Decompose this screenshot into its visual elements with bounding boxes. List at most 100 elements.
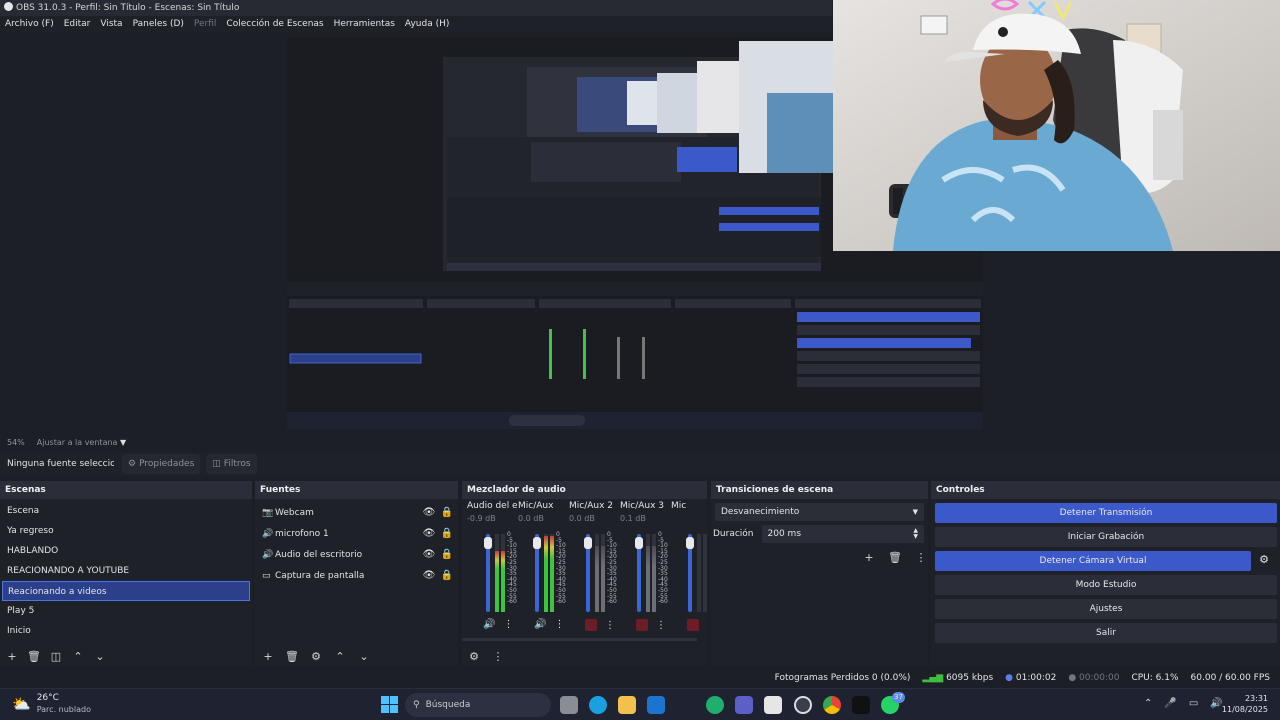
- more-icon[interactable]: ⋮: [490, 648, 506, 664]
- more-icon[interactable]: ⋮: [656, 620, 666, 631]
- scene-item[interactable]: HABLANDO: [2, 541, 250, 561]
- muted-speaker-icon[interactable]: [687, 619, 699, 631]
- scene-item[interactable]: Inicio: [2, 621, 250, 641]
- xbox-icon[interactable]: [706, 696, 724, 714]
- studio-mode-button[interactable]: Modo Estudio: [935, 575, 1277, 595]
- move-up-icon[interactable]: ⌃: [70, 648, 86, 664]
- meter-level: [550, 535, 554, 612]
- scene-item-selected[interactable]: Reacionando a videos: [2, 581, 250, 601]
- meter-bar: [601, 534, 605, 612]
- clock[interactable]: 23:31 11/08/2025: [1222, 693, 1268, 715]
- scene-item[interactable]: Play 5: [2, 601, 250, 621]
- meter-bars: [697, 534, 707, 612]
- muted-speaker-icon[interactable]: [636, 619, 648, 631]
- menu-vista[interactable]: Vista: [100, 19, 122, 29]
- muted-speaker-icon[interactable]: [585, 619, 597, 631]
- settings-button[interactable]: Ajustes: [935, 599, 1277, 619]
- speaker-icon: 🔊: [262, 549, 274, 560]
- scene-item[interactable]: Ya regreso: [2, 521, 250, 541]
- trash-icon[interactable]: 🗑: [887, 549, 903, 565]
- outlook-icon[interactable]: [647, 696, 665, 714]
- transition-type-select[interactable]: Desvanecimiento ▼: [715, 503, 924, 521]
- db-scale: 0 -5 -10 -15 -20 -25 -30 -35 -40 -45 -50 -55 -60: [607, 531, 617, 606]
- eye-icon[interactable]: 👁: [420, 528, 438, 539]
- properties-button[interactable]: ⚙ Propiedades: [122, 454, 201, 474]
- exit-button[interactable]: Salir: [935, 623, 1277, 643]
- edge-icon[interactable]: [589, 696, 607, 714]
- lock-icon[interactable]: 🔒: [438, 528, 456, 539]
- window-title: OBS 31.0.3 - Perfil: Sin Título - Escena…: [16, 3, 240, 13]
- menu-coleccion-escenas[interactable]: Colección de Escenas: [226, 19, 323, 29]
- chevron-up-icon[interactable]: ⌃: [1144, 698, 1152, 709]
- virtual-camera-gear-icon[interactable]: ⚙: [1255, 553, 1273, 571]
- more-icon[interactable]: ⋮: [554, 619, 564, 630]
- transitions-dock: Transiciones de escena Desvanecimiento ▼…: [711, 481, 928, 666]
- menu-ayuda[interactable]: Ayuda (H): [405, 19, 449, 29]
- task-view-icon[interactable]: [560, 696, 578, 714]
- source-item[interactable]: ▭ Captura de pantalla 👁 🔒: [257, 565, 456, 586]
- move-up-icon[interactable]: ⌃: [332, 648, 348, 664]
- file-explorer-icon[interactable]: [618, 696, 636, 714]
- menu-editar[interactable]: Editar: [64, 19, 91, 29]
- gear-icon[interactable]: ⚙: [308, 648, 324, 664]
- move-down-icon[interactable]: ⌄: [92, 648, 108, 664]
- lock-icon[interactable]: 🔒: [438, 549, 456, 560]
- mixer-scrollbar[interactable]: [462, 638, 697, 641]
- fader-knob[interactable]: [635, 537, 643, 549]
- capcut-icon[interactable]: [764, 696, 782, 714]
- taskbar-search[interactable]: ⚲ Búsqueda: [405, 693, 551, 717]
- eye-icon[interactable]: 👁: [420, 507, 438, 518]
- obs-taskbar-icon[interactable]: [794, 696, 812, 714]
- stop-streaming-button[interactable]: Detener Transmisión: [935, 503, 1277, 523]
- add-scene-icon[interactable]: +: [4, 648, 20, 664]
- fader-knob[interactable]: [686, 537, 694, 549]
- source-item[interactable]: 🔊 microfono 1 👁 🔒: [257, 523, 456, 544]
- weather-widget[interactable]: ⛅ 26°C Parc. nublado: [12, 693, 91, 715]
- source-item[interactable]: 🔊 Audio del escritorio 👁 🔒: [257, 544, 456, 565]
- fader-knob[interactable]: [484, 537, 492, 549]
- source-name: Webcam: [275, 507, 314, 518]
- windows-start-icon[interactable]: [381, 696, 398, 713]
- stop-virtual-camera-button[interactable]: Detener Cámara Virtual: [935, 551, 1251, 571]
- menu-herramientas[interactable]: Herramientas: [334, 19, 395, 29]
- duration-spinbox[interactable]: 200 ms ▲ ▼: [761, 525, 924, 543]
- eye-icon[interactable]: 👁: [420, 570, 438, 581]
- lock-icon[interactable]: 🔒: [438, 570, 456, 581]
- add-transition-icon[interactable]: +: [861, 549, 877, 565]
- fit-to-window-dropdown[interactable]: Ajustar a la ventana ▼: [37, 438, 126, 447]
- scene-item[interactable]: Escena: [2, 501, 250, 521]
- controls-title: Controles: [931, 481, 1280, 499]
- tiktok-icon[interactable]: [852, 696, 870, 714]
- source-item[interactable]: 📷 Webcam 👁 🔒: [257, 502, 456, 523]
- monitor-icon[interactable]: ▭: [1189, 698, 1198, 709]
- trash-icon[interactable]: 🗑: [284, 648, 300, 664]
- channel-buttons: ⋮: [636, 619, 666, 631]
- menu-perfil[interactable]: Perfil: [194, 19, 217, 29]
- menu-archivo[interactable]: Archivo (F): [5, 19, 54, 29]
- channel-buttons: 🔊 ⋮: [534, 619, 564, 630]
- lock-icon[interactable]: 🔒: [438, 507, 456, 518]
- more-icon[interactable]: ⋮: [503, 619, 513, 630]
- fader-knob[interactable]: [533, 537, 541, 549]
- meter-level: [601, 545, 605, 612]
- fader-knob[interactable]: [584, 537, 592, 549]
- duration-label: Duración: [713, 529, 754, 539]
- speaker-icon[interactable]: 🔊: [534, 619, 546, 630]
- scene-filters-icon[interactable]: ◫: [48, 648, 64, 664]
- more-icon[interactable]: ⋮: [605, 620, 615, 631]
- more-icon[interactable]: ⋮: [913, 549, 929, 565]
- teams-icon[interactable]: [735, 696, 753, 714]
- trash-icon[interactable]: 🗑: [26, 648, 42, 664]
- chrome-icon[interactable]: [823, 696, 841, 714]
- start-recording-button[interactable]: Iniciar Grabación: [935, 527, 1277, 547]
- eye-icon[interactable]: 👁: [420, 549, 438, 560]
- mixer-settings-icon[interactable]: ⚙: [466, 648, 482, 664]
- microphone-icon[interactable]: 🎤: [1164, 698, 1176, 709]
- speaker-icon[interactable]: 🔊: [483, 619, 495, 630]
- move-down-icon[interactable]: ⌄: [356, 648, 372, 664]
- menu-paneles[interactable]: Paneles (D): [133, 19, 184, 29]
- speaker-icon[interactable]: 🔊: [1210, 698, 1222, 709]
- add-source-icon[interactable]: +: [260, 648, 276, 664]
- scene-item[interactable]: REACIONANDO A YOUTUBE: [2, 561, 250, 581]
- filters-button[interactable]: ◫ Filtros: [206, 454, 257, 474]
